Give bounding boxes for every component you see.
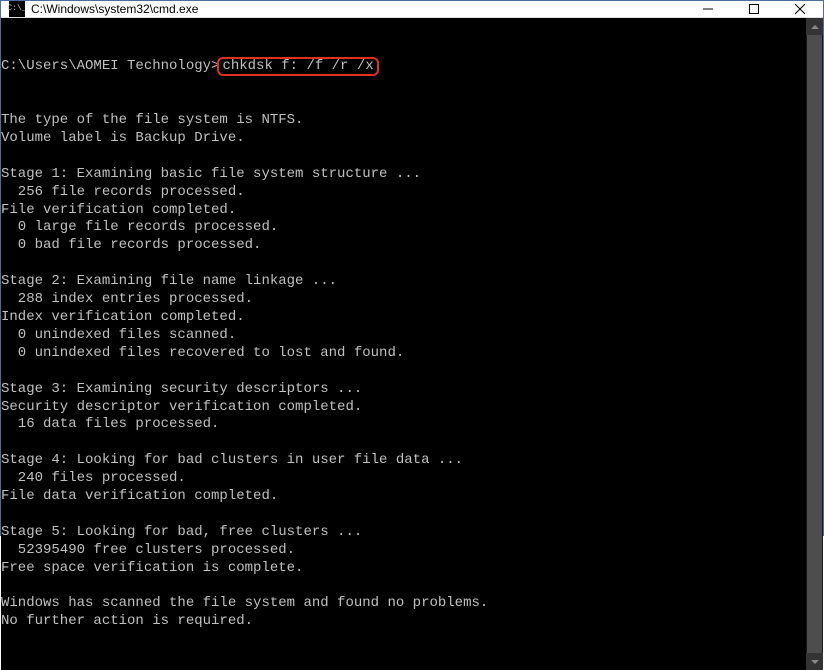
terminal-output: The type of the file system is NTFS.Volu…: [1, 112, 800, 631]
terminal-line: 16 data files processed.: [1, 416, 800, 434]
close-icon: [795, 4, 805, 14]
window-controls: [685, 1, 823, 17]
scrollbar-thumb[interactable]: [807, 35, 822, 653]
maximize-icon: [749, 4, 759, 14]
terminal-line: Volume label is Backup Drive.: [1, 130, 800, 148]
terminal-line: Stage 2: Examining file name linkage ...: [1, 273, 800, 291]
terminal-line: 0 large file records processed.: [1, 219, 800, 237]
minimize-icon: [703, 4, 713, 14]
terminal-line: 0 unindexed files recovered to lost and …: [1, 345, 800, 363]
scroll-down-button[interactable]: [806, 653, 823, 670]
terminal-line: Security descriptor verification complet…: [1, 399, 800, 417]
terminal-line: The type of the file system is NTFS.: [1, 112, 800, 130]
scroll-up-button[interactable]: [806, 18, 823, 35]
terminal-line: 52395490 free clusters processed.: [1, 542, 800, 560]
prompt-line: C:\Users\AOMEI Technology>chkdsk f: /f /…: [1, 57, 800, 76]
terminal-line: Free space verification is complete.: [1, 560, 800, 578]
command-highlight: chkdsk f: /f /r /x: [217, 57, 378, 76]
terminal-line: 240 files processed.: [1, 470, 800, 488]
terminal-line: [1, 255, 800, 273]
close-button[interactable]: [777, 1, 823, 17]
terminal-line: Stage 5: Looking for bad, free clusters …: [1, 524, 800, 542]
chevron-up-icon: [811, 25, 819, 29]
maximize-button[interactable]: [731, 1, 777, 17]
titlebar[interactable]: C:\_ C:\Windows\system32\cmd.exe: [1, 1, 823, 18]
terminal-line: Windows has scanned the file system and …: [1, 595, 800, 613]
prompt: C:\Users\AOMEI Technology>: [1, 58, 219, 74]
terminal-area: C:\Users\AOMEI Technology>chkdsk f: /f /…: [1, 18, 823, 670]
cmd-icon: C:\_: [9, 1, 25, 17]
terminal-line: [1, 434, 800, 452]
terminal-line: [1, 506, 800, 524]
terminal-line: No further action is required.: [1, 613, 800, 631]
terminal-line: Stage 4: Looking for bad clusters in use…: [1, 452, 800, 470]
minimize-button[interactable]: [685, 1, 731, 17]
terminal-line: Stage 1: Examining basic file system str…: [1, 166, 800, 184]
scrollbar-track[interactable]: [806, 35, 823, 653]
chevron-down-icon: [811, 660, 819, 664]
terminal-line: 256 file records processed.: [1, 184, 800, 202]
cmd-window: C:\_ C:\Windows\system32\cmd.exe C:\User…: [0, 0, 824, 536]
terminal-line: [1, 363, 800, 381]
window-title: C:\Windows\system32\cmd.exe: [31, 2, 685, 16]
terminal-line: [1, 148, 800, 166]
terminal-line: [1, 578, 800, 596]
terminal-line: 0 unindexed files scanned.: [1, 327, 800, 345]
terminal-line: 0 bad file records processed.: [1, 237, 800, 255]
terminal-line: File verification completed.: [1, 202, 800, 220]
terminal-line: Index verification completed.: [1, 309, 800, 327]
terminal[interactable]: C:\Users\AOMEI Technology>chkdsk f: /f /…: [1, 18, 806, 670]
scrollbar[interactable]: [806, 18, 823, 670]
terminal-line: Stage 3: Examining security descriptors …: [1, 381, 800, 399]
terminal-line: File data verification completed.: [1, 488, 800, 506]
cmd-icon-text: C:\_: [7, 5, 26, 13]
terminal-line: 288 index entries processed.: [1, 291, 800, 309]
command-text: chkdsk f: /f /r /x: [222, 58, 373, 74]
